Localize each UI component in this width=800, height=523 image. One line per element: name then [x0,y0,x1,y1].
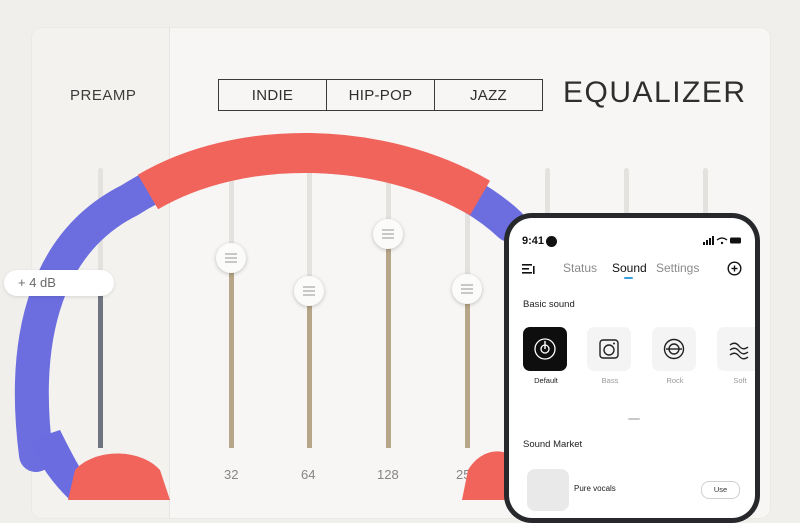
phone-screen: 9:41 Status Sound Settings Basic sound D… [509,218,755,518]
band-knob-256[interactable] [452,274,482,304]
preset-rock[interactable]: Rock [652,327,698,385]
app-nav: Status Sound Settings [509,259,755,281]
add-icon[interactable] [727,261,742,281]
pure-vocals-thumbnail [527,469,569,511]
active-tab-indicator [624,277,633,279]
tab-status[interactable]: Status [563,261,597,275]
phone-mockup: 9:41 Status Sound Settings Basic sound D… [504,213,760,523]
preset-label-rock: Rock [666,376,684,385]
headphone-frame [14,138,527,472]
vinyl-record-icon [523,327,567,371]
headphone-right-earcup [462,451,510,500]
pure-vocals-title: Pure vocals [574,484,616,493]
page-indicator [628,418,640,420]
preset-label-bass: Bass [601,376,619,385]
band-knob-32[interactable] [216,243,246,273]
preset-default[interactable]: Default [523,327,569,385]
equalizer-menu-icon[interactable] [522,262,536,280]
headphone-headband [137,133,491,216]
preset-label-soft: Soft [733,376,747,385]
headphone-left-earcup [68,453,170,500]
band-knob-128[interactable] [373,219,403,249]
tab-settings[interactable]: Settings [656,261,699,275]
use-button[interactable]: Use [701,481,740,499]
band-knob-64[interactable] [294,276,324,306]
basic-sound-heading: Basic sound [523,299,575,310]
tab-sound[interactable]: Sound [612,261,647,275]
drum-icon [652,327,696,371]
status-icons [703,236,743,248]
preset-bass[interactable]: Bass [587,327,633,385]
sound-market-heading: Sound Market [523,439,583,450]
status-time: 9:41 [522,235,545,247]
speaker-icon [587,327,631,371]
wave-icon [717,327,755,371]
preset-label-default: Default [534,376,558,385]
signal-wifi-battery-icon [703,236,741,245]
preamp-gain-badge: + 4 dB [4,270,114,296]
camera-icon [546,236,557,247]
preset-soft[interactable]: Soft [717,327,755,385]
